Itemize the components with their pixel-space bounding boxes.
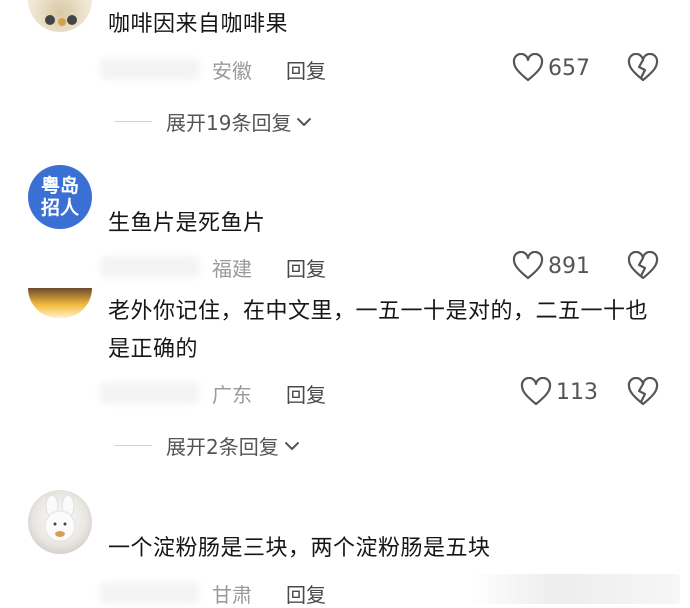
- username-blurred[interactable]: [100, 58, 200, 80]
- expand-replies-button[interactable]: 展开2条回复: [114, 431, 301, 460]
- expand-replies-button[interactable]: 展开19条回复: [114, 107, 313, 136]
- like-count: 657: [548, 55, 590, 81]
- like-button[interactable]: 891: [512, 251, 590, 281]
- avatar[interactable]: [28, 490, 92, 554]
- comment-text: 一个淀粉肠是三块，两个淀粉肠是五块: [108, 536, 491, 561]
- reply-button[interactable]: 回复: [286, 379, 326, 408]
- comment-text: 咖啡因来自咖啡果: [108, 12, 289, 37]
- avatar[interactable]: [28, 0, 92, 32]
- location-label: 福建: [212, 257, 252, 281]
- like-button[interactable]: 657: [512, 53, 590, 83]
- bunny-avatar-icon: [44, 494, 76, 542]
- username-blurred[interactable]: [100, 382, 200, 404]
- broken-heart-icon[interactable]: [626, 251, 660, 281]
- comment-text: 老外你记住，在中文里，一五一十是对的，二五一十也是正确的: [108, 299, 649, 362]
- comment-text: 生鱼片是死鱼片: [108, 211, 266, 236]
- expand-divider: [114, 444, 152, 447]
- broken-heart-icon[interactable]: [626, 377, 660, 407]
- expand-replies-label: 展开2条回复: [166, 435, 279, 459]
- like-count: 891: [548, 253, 590, 279]
- location-label: 广东: [212, 383, 252, 407]
- avatar-illustration-icon: [45, 15, 77, 26]
- chevron-down-icon: [284, 441, 299, 450]
- chevron-down-icon: [297, 117, 312, 126]
- location-label: 甘肃: [212, 583, 252, 607]
- avatar-text: 粤岛招人: [40, 175, 79, 219]
- heart-icon: [512, 251, 544, 280]
- location-label: 安徽: [212, 59, 252, 83]
- reply-button[interactable]: 回复: [286, 579, 326, 608]
- avatar[interactable]: [28, 288, 92, 318]
- expand-divider: [114, 120, 152, 123]
- heart-icon: [512, 53, 544, 82]
- watermark-overlay: [470, 574, 680, 604]
- reply-button[interactable]: 回复: [286, 253, 326, 282]
- expand-replies-label: 展开19条回复: [166, 111, 292, 135]
- heart-icon: [520, 377, 552, 406]
- username-blurred[interactable]: [100, 582, 200, 604]
- broken-heart-icon[interactable]: [626, 53, 660, 83]
- like-count: 113: [556, 379, 598, 405]
- reply-button[interactable]: 回复: [286, 55, 326, 84]
- like-button[interactable]: 113: [520, 377, 598, 407]
- avatar[interactable]: 粤岛招人: [28, 165, 92, 229]
- username-blurred[interactable]: [100, 256, 200, 278]
